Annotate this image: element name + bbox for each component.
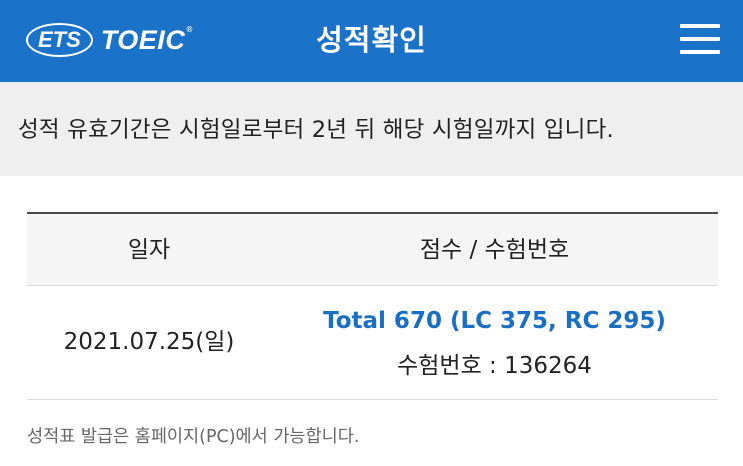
score-table: 일자 점수 / 수험번호 2021.07.25(일) Total 670 (LC… xyxy=(27,212,718,400)
ets-toeic-logo[interactable]: ETS TOEIC® xyxy=(26,22,193,58)
app-header: ETS TOEIC® 성적확인 xyxy=(0,0,743,82)
menu-bar-middle xyxy=(680,37,720,41)
ets-logo-badge: ETS xyxy=(26,23,93,57)
menu-bar-bottom xyxy=(680,50,720,54)
column-header-date: 일자 xyxy=(127,237,171,263)
total-score-link[interactable]: Total 670 (LC 375, RC 295) xyxy=(271,308,718,334)
hamburger-menu-icon[interactable] xyxy=(680,20,720,58)
validity-notice-text: 성적 유효기간은 시험일로부터 2년 뒤 해당 시험일까지 입니다. xyxy=(18,117,614,143)
toeic-logo-word: TOEIC xyxy=(100,24,186,55)
validity-notice: 성적 유효기간은 시험일로부터 2년 뒤 해당 시험일까지 입니다. xyxy=(0,82,743,176)
score-cell: Total 670 (LC 375, RC 295) 수험번호 : 136264 xyxy=(271,286,718,400)
column-header-score: 점수 / 수험번호 xyxy=(419,237,570,263)
registration-number: 수험번호 : 136264 xyxy=(397,353,592,379)
table-header-row: 일자 점수 / 수험번호 xyxy=(27,214,718,286)
menu-bar-top xyxy=(680,24,720,28)
table-row: 2021.07.25(일) Total 670 (LC 375, RC 295)… xyxy=(27,286,718,400)
footer-note: 성적표 발급은 홈페이지(PC)에서 가능합니다. xyxy=(27,427,360,447)
registered-mark: ® xyxy=(186,24,193,34)
test-date: 2021.07.25(일) xyxy=(63,329,235,355)
toeic-logo-text: TOEIC® xyxy=(101,25,193,56)
